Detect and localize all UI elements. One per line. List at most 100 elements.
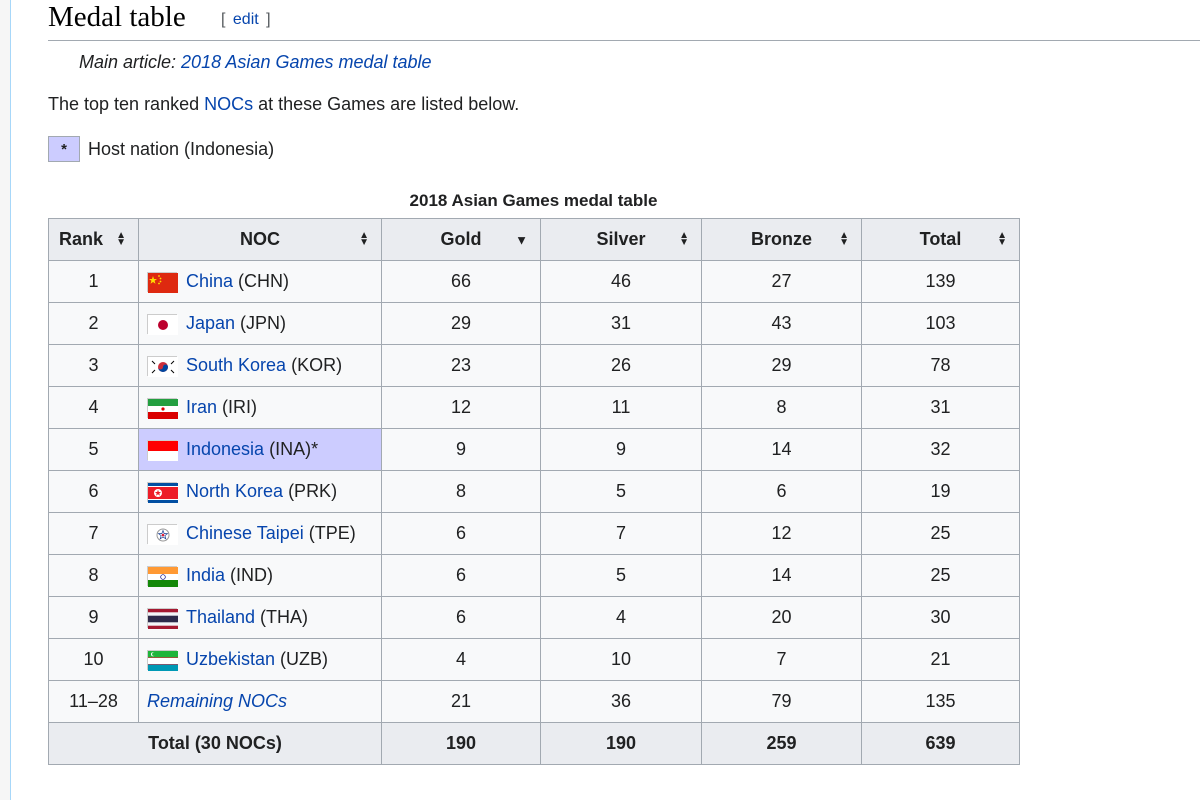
total-cell: 30 xyxy=(861,596,1020,639)
table-row: 5 Indonesia (INA)* 9 9 14 32 xyxy=(48,428,1020,471)
indonesia-flag-icon xyxy=(147,439,178,461)
sort-icon[interactable]: ▲ ▼ xyxy=(679,230,689,248)
gold-total: 190 xyxy=(381,722,541,765)
noc-cell: Chinese Taipei (TPE) xyxy=(138,512,382,555)
noc-cell: Remaining NOCs xyxy=(138,680,382,723)
header-gold[interactable]: Gold ▼ xyxy=(381,218,541,261)
table-row: 7 Chinese Taipei (TPE) 6 7 12 25 xyxy=(48,512,1020,555)
india-flag-icon xyxy=(147,565,178,587)
total-cell: 32 xyxy=(861,428,1020,471)
country-code: (INA)* xyxy=(269,439,319,459)
header-rank[interactable]: Rank ▲ ▼ xyxy=(48,218,139,261)
intro-text-after: at these Games are listed below. xyxy=(253,94,520,114)
south-korea-flag-icon xyxy=(147,355,178,377)
china-flag-icon xyxy=(147,271,178,293)
total-cell: 103 xyxy=(861,302,1020,345)
rank-cell: 10 xyxy=(48,638,139,681)
host-legend-text: Host nation (Indonesia) xyxy=(88,138,275,159)
header-noc[interactable]: NOC ▲ ▼ xyxy=(138,218,382,261)
totals-row: Total (30 NOCs) 190 190 259 639 xyxy=(48,722,1020,765)
total-cell: 25 xyxy=(861,512,1020,555)
gold-cell: 9 xyxy=(381,428,541,471)
silver-cell: 11 xyxy=(540,386,702,429)
silver-cell: 5 xyxy=(540,470,702,513)
noc-cell: Uzbekistan (UZB) xyxy=(138,638,382,681)
gold-cell: 29 xyxy=(381,302,541,345)
edit-link[interactable]: edit xyxy=(233,11,259,28)
sort-icon[interactable]: ▲ ▼ xyxy=(116,230,126,248)
table-row: 3 South Korea (KOR) 23 26 29 78 xyxy=(48,344,1020,387)
table-caption: 2018 Asian Games medal table xyxy=(409,191,658,210)
medal-table: Rank ▲ ▼ NOC ▲ ▼ Gold ▼ Silver ▲ ▼ Bronze ▲ ▼ Tot… xyxy=(48,218,1020,765)
country-link[interactable]: China xyxy=(186,271,233,292)
hatnote: Main article: 2018 Asian Games medal tab… xyxy=(79,52,432,73)
table-row: 9 Thailand (THA) 6 4 20 30 xyxy=(48,596,1020,639)
rank-cell: 3 xyxy=(48,344,139,387)
country-link[interactable]: Japan xyxy=(186,313,235,334)
silver-cell: 9 xyxy=(540,428,702,471)
section-title: Medal table xyxy=(48,1,186,33)
noc-cell: Iran (IRI) xyxy=(138,386,382,429)
country-link[interactable]: Indonesia xyxy=(186,439,264,460)
silver-cell: 46 xyxy=(540,260,702,303)
hatnote-prefix: Main article: xyxy=(79,52,182,72)
country-link[interactable]: Iran xyxy=(186,397,217,418)
country-code: (PRK) xyxy=(288,481,338,501)
nocs-link[interactable]: NOCs xyxy=(204,94,253,114)
page-left-border xyxy=(0,0,11,800)
silver-cell: 4 xyxy=(540,596,702,639)
total-cell: 135 xyxy=(861,680,1020,723)
remaining-row: 11–28 Remaining NOCs 21 36 79 135 xyxy=(48,680,1020,723)
table-row: 1 China (CHN) 66 46 27 139 xyxy=(48,260,1020,303)
country-link[interactable]: Thailand xyxy=(186,607,255,628)
gold-cell: 12 xyxy=(381,386,541,429)
header-bronze[interactable]: Bronze ▲ ▼ xyxy=(701,218,862,261)
silver-cell: 5 xyxy=(540,554,702,597)
rank-cell: 4 xyxy=(48,386,139,429)
bronze-cell: 7 xyxy=(701,638,862,681)
noc-cell: India (IND) xyxy=(138,554,382,597)
bronze-cell: 29 xyxy=(701,344,862,387)
header-silver[interactable]: Silver ▲ ▼ xyxy=(540,218,702,261)
total-cell: 25 xyxy=(861,554,1020,597)
country-link[interactable]: Uzbekistan xyxy=(186,649,275,670)
main-article-link[interactable]: 2018 Asian Games medal table xyxy=(181,52,431,72)
noc-cell: Japan (JPN) xyxy=(138,302,382,345)
header-row: Rank ▲ ▼ NOC ▲ ▼ Gold ▼ Silver ▲ ▼ Bronze ▲ ▼ Tot… xyxy=(48,218,1020,261)
rank-cell: 6 xyxy=(48,470,139,513)
edit-section: [ edit ] xyxy=(221,11,271,29)
edit-bracket-open: [ xyxy=(221,11,226,28)
gold-cell: 23 xyxy=(381,344,541,387)
rank-cell: 11–28 xyxy=(48,680,139,723)
sort-icon[interactable]: ▲ ▼ xyxy=(839,230,849,248)
table-row: 10 Uzbekistan (UZB) 4 10 7 21 xyxy=(48,638,1020,681)
iran-flag-icon xyxy=(147,397,178,419)
north-korea-flag-icon xyxy=(147,481,178,503)
rank-cell: 7 xyxy=(48,512,139,555)
country-link[interactable]: Chinese Taipei xyxy=(186,523,304,544)
sort-icon[interactable]: ▲ ▼ xyxy=(997,230,1007,248)
intro-text-before: The top ten ranked xyxy=(48,94,205,114)
bronze-cell: 6 xyxy=(701,470,862,513)
country-link[interactable]: South Korea xyxy=(186,355,286,376)
total-cell: 19 xyxy=(861,470,1020,513)
bronze-cell: 14 xyxy=(701,428,862,471)
bronze-cell: 12 xyxy=(701,512,862,555)
rank-cell: 2 xyxy=(48,302,139,345)
country-link[interactable]: India xyxy=(186,565,225,586)
country-code: (IRI) xyxy=(222,397,258,417)
noc-cell: Indonesia (INA)* xyxy=(138,428,382,471)
country-code: (KOR) xyxy=(291,355,343,375)
remaining-nocs-link[interactable]: Remaining NOCs xyxy=(147,691,287,711)
silver-total: 190 xyxy=(540,722,702,765)
silver-cell: 10 xyxy=(540,638,702,681)
sort-icon[interactable]: ▲ ▼ xyxy=(359,230,369,248)
header-total[interactable]: Total ▲ ▼ xyxy=(861,218,1020,261)
sort-descending-icon[interactable]: ▼ xyxy=(515,232,528,247)
country-link[interactable]: North Korea xyxy=(186,481,283,502)
table-row: 8 India (IND) 6 5 14 25 xyxy=(48,554,1020,597)
country-code: (IND) xyxy=(230,565,274,585)
table-row: 6 North Korea (PRK) 8 5 6 19 xyxy=(48,470,1020,513)
country-code: (TPE) xyxy=(308,523,356,543)
silver-cell: 7 xyxy=(540,512,702,555)
